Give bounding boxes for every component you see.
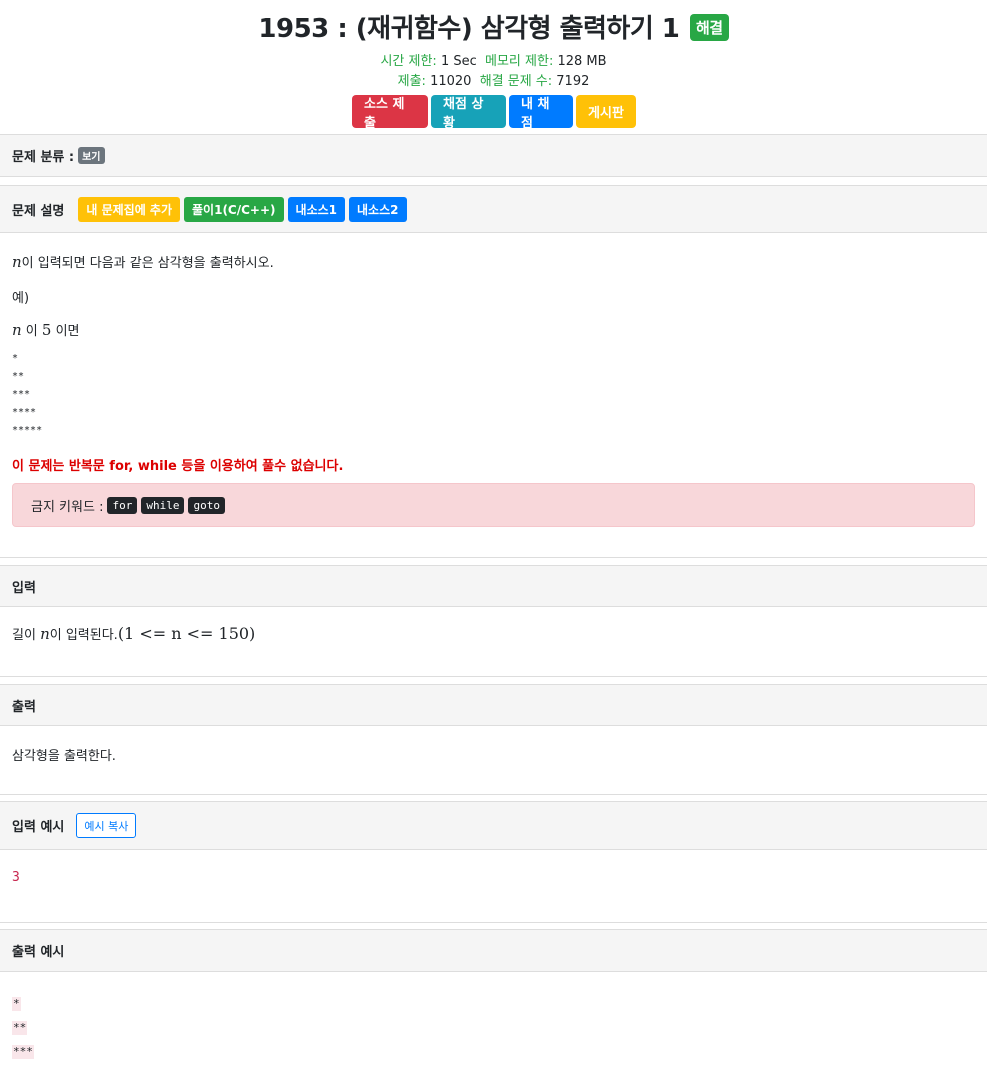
divider — [0, 676, 987, 677]
sample-input-heading: 입력 예시 — [12, 820, 65, 835]
math-n: n — [40, 625, 50, 643]
time-limit-label: 시간 제한: — [380, 54, 437, 69]
solved-count-value: 7192 — [556, 74, 590, 89]
sample-input-value: 3 — [12, 870, 20, 885]
description-line-3-end: 이면 — [51, 324, 80, 339]
board-button[interactable]: 게시판 — [576, 95, 636, 128]
action-buttons: 소스 제출 채점 상황 내 채점 게시판 — [352, 95, 636, 131]
description-panel-header: 문제 설명 내 문제집에 추가 풀이1(C/C++) 내소스1 내소스2 — [0, 185, 987, 233]
input-description: 길이 n이 입력된다.(1 <= n <= 150) — [12, 624, 255, 643]
my-source-2-button[interactable]: 내소스2 — [349, 196, 407, 222]
input-heading: 입력 — [12, 580, 36, 596]
stats-line: 제출: 11020 해결 문제 수: 7192 — [0, 70, 987, 89]
solution-button[interactable]: 풀이1(C/C++) — [184, 196, 284, 222]
divider — [0, 922, 987, 923]
description-line-2: 예) — [12, 291, 30, 306]
keyword-badge: goto — [188, 496, 225, 514]
star-line: **** — [12, 407, 37, 418]
input-range-math: (1 <= n <= 150) — [117, 624, 256, 643]
input-panel-header: 입력 — [0, 565, 987, 607]
output-panel-header: 출력 — [0, 684, 987, 726]
memory-limit-value: 128 MB — [557, 54, 607, 69]
my-source-1-button[interactable]: 내소스1 — [287, 196, 346, 222]
sample-output-panel-header: 출력 예시 — [0, 929, 987, 972]
input-text-pre: 길이 — [12, 628, 41, 643]
memory-limit-label: 메모리 제한: — [485, 54, 554, 69]
keyword-badge: for — [107, 496, 138, 514]
category-label: 문제 분류 : — [12, 150, 75, 165]
keyword-badge: while — [141, 496, 185, 514]
star-line: *** — [12, 389, 31, 400]
sample-input-panel-header: 입력 예시 예시 복사 — [0, 801, 987, 850]
sample-output-line: * — [12, 997, 21, 1011]
time-limit-value: 1 Sec — [440, 54, 477, 69]
limits-line: 시간 제한: 1 Sec 메모리 제한: 128 MB — [0, 50, 987, 69]
submit-count-value: 11020 — [430, 74, 472, 89]
description-heading: 문제 설명 — [12, 203, 65, 219]
submit-source-button[interactable]: 소스 제출 — [352, 95, 428, 131]
input-text-post: 이 입력된다. — [49, 628, 118, 643]
star-example: * ** *** **** ***** — [12, 350, 42, 440]
math-n: n — [12, 321, 22, 339]
description-line-3-mid: 이 — [21, 324, 42, 339]
description-line-1: n이 입력되면 다음과 같은 삼각형을 출력하시오. — [12, 252, 274, 271]
add-to-problemset-button[interactable]: 내 문제집에 추가 — [78, 196, 181, 222]
sample-output-block: * ** *** — [12, 992, 34, 1064]
description-line-3: n 이 5 이면 — [12, 320, 80, 339]
category-show-button[interactable]: 보기 — [78, 147, 105, 164]
problem-title-text: 1953 : (재귀함수) 삼각형 출력하기 1 — [258, 14, 680, 44]
forbidden-keywords-label: 금지 키워드 : — [31, 499, 104, 515]
description-line-1-text: 이 입력되면 다음과 같은 삼각형을 출력하시오. — [21, 256, 274, 271]
divider — [0, 557, 987, 558]
solved-count-label: 해결 문제 수: — [479, 74, 553, 89]
forbidden-keywords-alert: 금지 키워드 : for while goto — [12, 483, 975, 527]
sample-output-line: *** — [12, 1045, 34, 1059]
solved-badge: 해결 — [689, 14, 729, 41]
output-description: 삼각형을 출력한다. — [12, 749, 116, 764]
copy-sample-button[interactable]: 예시 복사 — [76, 813, 137, 838]
divider — [0, 794, 987, 795]
star-line: ***** — [12, 425, 43, 436]
category-panel: 문제 분류 : 보기 — [0, 134, 987, 177]
sample-output-line: ** — [12, 1021, 28, 1035]
star-line: ** — [12, 371, 25, 382]
star-line: * — [12, 353, 19, 364]
my-grading-button[interactable]: 내 채점 — [509, 95, 573, 131]
grading-status-button[interactable]: 채점 상황 — [431, 95, 506, 131]
loop-warning: 이 문제는 반복문 for, while 등을 이용하여 풀수 없습니다. — [12, 459, 344, 474]
math-n: n — [12, 253, 22, 271]
problem-title: 1953 : (재귀함수) 삼각형 출력하기 1 해결 — [0, 8, 987, 45]
submit-count-label: 제출: — [397, 74, 426, 89]
sample-output-heading: 출력 예시 — [12, 945, 65, 960]
output-heading: 출력 — [12, 699, 36, 715]
